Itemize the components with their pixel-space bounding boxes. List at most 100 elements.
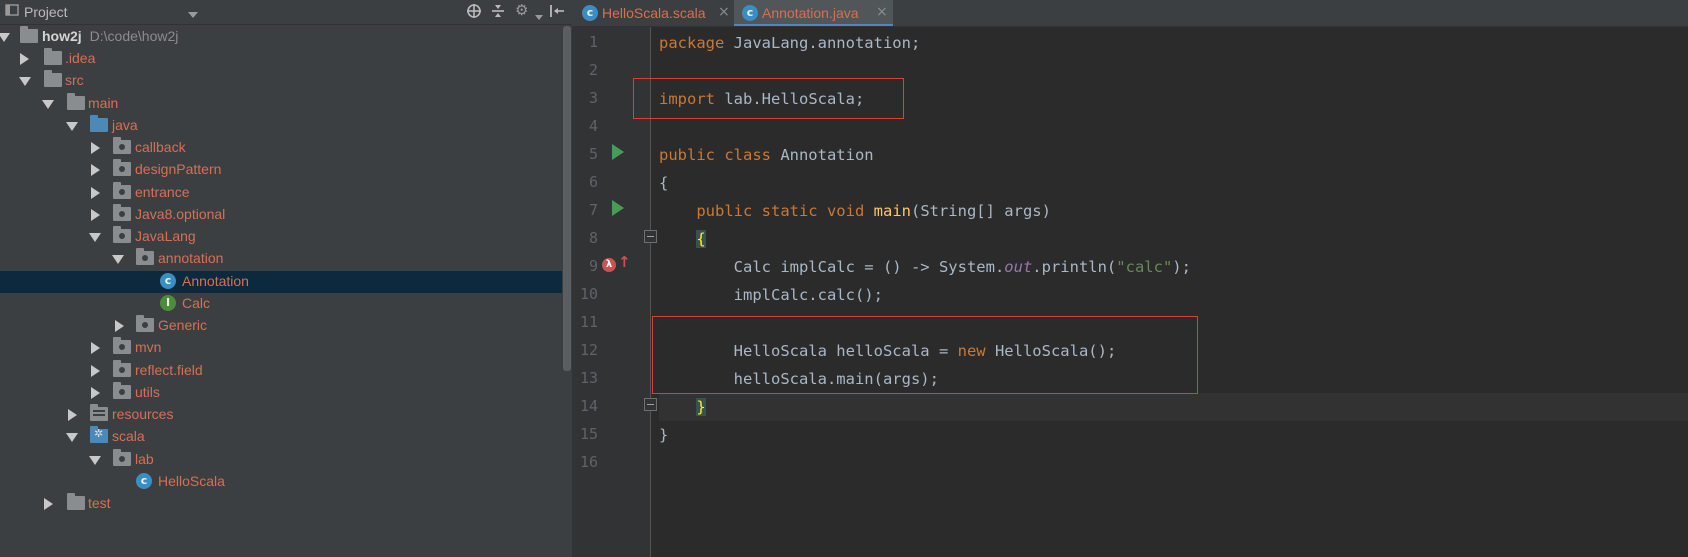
- tree-item-scala[interactable]: scala: [0, 426, 562, 448]
- tree-item-label: java: [112, 117, 138, 133]
- implements-arrow-icon[interactable]: ↑: [618, 253, 631, 271]
- line-number: 1: [588, 33, 598, 51]
- package-icon: [113, 182, 131, 199]
- folder-icon: [44, 48, 62, 65]
- interface-icon: I: [160, 295, 176, 311]
- code-line-1: package JavaLang.annotation;: [659, 34, 921, 52]
- chevron-right-icon[interactable]: [91, 365, 100, 377]
- package-icon: [136, 315, 154, 332]
- code-line-7: public static void main(String[] args): [696, 202, 1051, 220]
- tree-item-label: Generic: [158, 317, 208, 333]
- chevron-right-icon[interactable]: [68, 409, 77, 421]
- gear-dropdown-icon[interactable]: [535, 7, 543, 25]
- tree-item-src[interactable]: src: [0, 70, 562, 92]
- module-folder-icon: [20, 26, 38, 43]
- fold-icon[interactable]: [644, 398, 657, 411]
- gear-icon[interactable]: ⚙: [515, 1, 528, 19]
- folder-icon: [67, 493, 85, 510]
- chevron-down-icon[interactable]: [66, 433, 78, 442]
- line-number: 2: [588, 61, 598, 79]
- scala-class-icon: c: [136, 473, 152, 489]
- project-tree: how2j D:\code\how2j .idea src main java …: [0, 26, 562, 557]
- package-icon: [113, 137, 131, 154]
- tree-item-generic[interactable]: Generic: [0, 315, 562, 337]
- chevron-down-icon[interactable]: [19, 77, 31, 86]
- tree-item-label: designPattern: [135, 161, 222, 177]
- chevron-right-icon[interactable]: [91, 209, 100, 221]
- class-icon: c: [160, 273, 176, 289]
- tree-item-reflect-field[interactable]: reflect.field: [0, 360, 562, 382]
- tree-item-resources[interactable]: resources: [0, 404, 562, 426]
- tree-item-test[interactable]: test: [0, 493, 562, 515]
- module-path: D:\code\how2j: [89, 28, 179, 44]
- target-icon[interactable]: [466, 3, 482, 23]
- chevron-right-icon[interactable]: [91, 187, 100, 199]
- tree-item-idea[interactable]: .idea: [0, 48, 562, 70]
- tree-item-mvn[interactable]: mvn: [0, 337, 562, 359]
- chevron-right-icon[interactable]: [44, 498, 53, 510]
- tree-item-helloscala[interactable]: c HelloScala: [0, 471, 562, 493]
- chevron-down-icon[interactable]: [112, 255, 124, 264]
- line-number: 11: [579, 313, 598, 331]
- package-icon: [113, 382, 131, 399]
- tree-item-label: .idea: [65, 50, 96, 66]
- tree-item-calc[interactable]: I Calc: [0, 293, 562, 315]
- tree-item-annotation-class[interactable]: c Annotation: [0, 271, 562, 293]
- tree-item-label: mvn: [135, 339, 162, 355]
- tree-item-callback[interactable]: callback: [0, 137, 562, 159]
- line-number: 13: [579, 369, 598, 387]
- tree-item-how2j[interactable]: how2j D:\code\how2j: [0, 26, 562, 48]
- collapse-icon[interactable]: [490, 3, 506, 23]
- chevron-right-icon[interactable]: [91, 142, 100, 154]
- line-number: 7: [588, 201, 598, 219]
- tree-item-javalang[interactable]: JavaLang: [0, 226, 562, 248]
- class-icon: c: [742, 5, 758, 21]
- chevron-right-icon[interactable]: [20, 53, 29, 65]
- tree-item-java[interactable]: java: [0, 115, 562, 137]
- chevron-right-icon[interactable]: [91, 164, 100, 176]
- project-panel-title[interactable]: Project: [24, 4, 68, 20]
- fold-icon[interactable]: [644, 230, 657, 243]
- project-scrollbar[interactable]: [562, 26, 572, 557]
- pin-icon[interactable]: [549, 3, 565, 23]
- line-number: 8: [588, 229, 598, 247]
- tree-item-annotation-package[interactable]: annotation: [0, 248, 562, 270]
- tree-item-entrance[interactable]: entrance: [0, 182, 562, 204]
- tree-item-utils[interactable]: utils: [0, 382, 562, 404]
- resources-folder-icon: [90, 404, 108, 421]
- tree-item-java8-optional[interactable]: Java8.optional: [0, 204, 562, 226]
- close-icon[interactable]: ×: [718, 4, 730, 20]
- project-panel: Project ⚙ how2j D:\code\how2j .idea src …: [0, 0, 572, 557]
- line-number: 10: [579, 285, 598, 303]
- line-number: 6: [588, 173, 598, 191]
- tree-item-label: callback: [135, 139, 186, 155]
- run-main-icon[interactable]: [612, 200, 624, 216]
- line-number: 9: [588, 257, 598, 275]
- chevron-down-icon[interactable]: [188, 6, 198, 24]
- tree-item-label: main: [88, 95, 119, 111]
- tree-item-label: Annotation: [182, 273, 249, 289]
- package-icon: [113, 159, 131, 176]
- tab-helloscala[interactable]: c HelloScala.scala ×: [576, 0, 732, 26]
- line-number: 15: [579, 425, 598, 443]
- chevron-down-icon[interactable]: [89, 456, 101, 465]
- tree-item-lab[interactable]: lab: [0, 449, 562, 471]
- tree-item-label: scala: [112, 428, 145, 444]
- tab-annotation[interactable]: c Annotation.java ×: [734, 0, 893, 26]
- project-panel-header: Project ⚙: [0, 0, 572, 25]
- chevron-down-icon[interactable]: [42, 100, 54, 109]
- scrollbar-thumb[interactable]: [563, 26, 571, 371]
- chevron-down-icon[interactable]: [66, 122, 78, 131]
- run-class-icon[interactable]: [612, 144, 624, 160]
- tree-item-label: Java8.optional: [135, 206, 226, 222]
- lambda-icon[interactable]: λ: [602, 258, 616, 272]
- chevron-right-icon[interactable]: [91, 387, 100, 399]
- chevron-down-icon[interactable]: [0, 33, 10, 42]
- close-icon[interactable]: ×: [876, 4, 888, 20]
- tree-item-main[interactable]: main: [0, 93, 562, 115]
- tree-item-designpattern[interactable]: designPattern: [0, 159, 562, 181]
- chevron-right-icon[interactable]: [115, 320, 124, 332]
- chevron-down-icon[interactable]: [89, 233, 101, 242]
- tab-label: HelloScala.scala: [602, 5, 706, 21]
- chevron-right-icon[interactable]: [91, 342, 100, 354]
